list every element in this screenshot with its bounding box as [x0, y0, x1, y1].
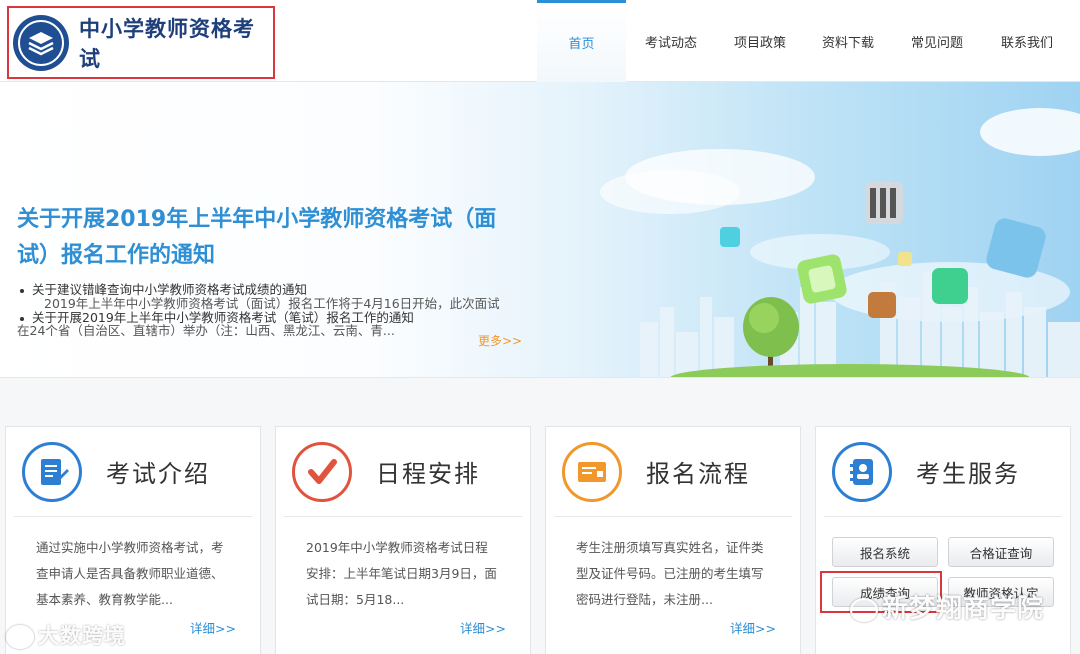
card-title: 日程安排 [376, 460, 480, 488]
nav-faq[interactable]: 常见问题 [892, 0, 982, 82]
card-description: 2019年中小学教师资格考试日程安排：上半年笔试日期3月9日，面试日期：5月18… [306, 540, 497, 607]
card-description: 考生注册须填写真实姓名，证件类型及证件号码。已注册的考生填写密码进行登陆，未注册… [576, 540, 764, 607]
nav-downloads[interactable]: 资料下载 [804, 0, 892, 82]
site-title: 中小学教师资格考试 [79, 16, 255, 71]
registration-system-button[interactable]: 报名系统 [832, 537, 938, 567]
notice-link[interactable]: 关于建议错峰查询中小学教师资格考试成绩的通知 [20, 276, 414, 304]
exam-emblem-icon [13, 14, 69, 71]
card-description: 通过实施中小学教师资格考试，考查申请人是否具备教师职业道德、基本素养、教育教学能… [36, 540, 224, 607]
card-detail-link[interactable]: 详细>> [190, 618, 236, 637]
weibo-icon [6, 625, 34, 649]
card-registration-flow: 报名流程 考生注册须填写真实姓名，证件类型及证件号码。已注册的考生填写密码进行登… [545, 426, 801, 654]
card-detail-link[interactable]: 详细>> [460, 618, 506, 637]
card-detail-link[interactable]: 详细>> [730, 618, 776, 637]
nav-contact[interactable]: 联系我们 [982, 0, 1072, 82]
site-header: 中小学教师资格考试 首页 考试动态 项目政策 资料下载 常见问题 联系我们 [0, 0, 1080, 82]
main-nav: 首页 考试动态 项目政策 资料下载 常见问题 联系我们 [537, 0, 1072, 82]
nav-policy[interactable]: 项目政策 [716, 0, 804, 82]
card-title: 考生服务 [916, 460, 1020, 488]
nav-home[interactable]: 首页 [537, 0, 626, 82]
certificate-query-button[interactable]: 合格证查询 [948, 537, 1054, 567]
nav-exam-news[interactable]: 考试动态 [626, 0, 716, 82]
wechat-icon [850, 597, 878, 622]
headline-notice-title[interactable]: 关于开展2019年上半年中小学教师资格考试（面试）报名工作的通知 [17, 202, 507, 274]
notice-link[interactable]: 关于开展2019年上半年中小学教师资格考试（笔试）报名工作的通知 [20, 304, 414, 332]
checkmark-icon [292, 441, 352, 502]
card-title: 报名流程 [646, 460, 750, 488]
document-icon [22, 441, 82, 502]
city-skyline-illustration [600, 108, 1080, 377]
bullet-icon [20, 316, 24, 321]
notice-list: 关于建议错峰查询中小学教师资格考试成绩的通知 关于开展2019年上半年中小学教师… [20, 276, 414, 332]
form-icon [562, 441, 622, 502]
bullet-icon [20, 288, 24, 293]
watermark-left: 大数跨境 [6, 620, 126, 650]
card-schedule: 日程安排 2019年中小学教师资格考试日程安排：上半年笔试日期3月9日，面试日期… [275, 426, 531, 654]
hero-banner: 关于开展2019年上半年中小学教师资格考试（面试）报名工作的通知 2019年上半… [0, 82, 1080, 378]
site-logo-highlighted[interactable]: 中小学教师资格考试 [7, 6, 275, 79]
contacts-icon [832, 441, 892, 502]
card-title: 考试介绍 [106, 460, 210, 488]
more-notices-link[interactable]: 更多>> [478, 332, 522, 349]
watermark-right: 新梦翔商学院 [850, 588, 1044, 625]
